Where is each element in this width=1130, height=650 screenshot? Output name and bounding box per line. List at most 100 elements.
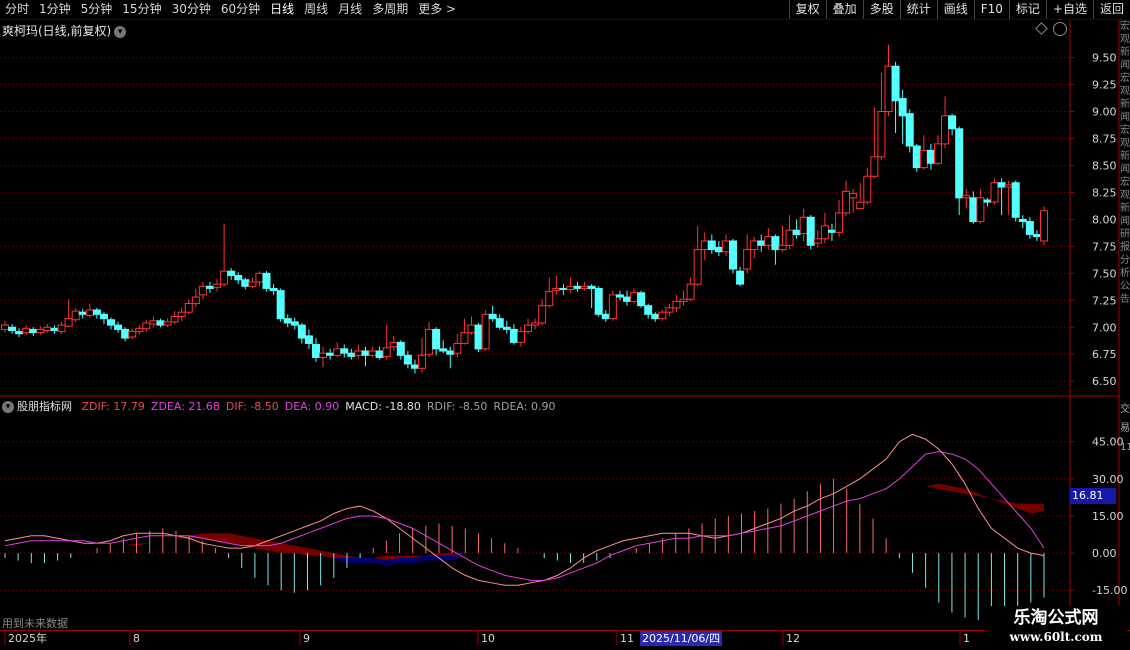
- candle-body-129: [912, 145, 921, 169]
- candle-body-43: [304, 335, 313, 344]
- candle-body-50: [354, 350, 363, 356]
- candle-body-125: [884, 65, 893, 113]
- candle-body-102: [721, 240, 730, 253]
- price-tick-label-4: 8.50: [1092, 159, 1117, 172]
- candle-body-98: [693, 249, 702, 285]
- indicator-value-1: ZDEA: 21.68: [150, 400, 220, 413]
- candle-body-113: [799, 216, 808, 234]
- candle-body-37: [262, 272, 271, 289]
- candle-body-133: [941, 115, 950, 145]
- candle-body-131: [926, 149, 935, 164]
- candle-body-82: [580, 285, 589, 289]
- candle-body-123: [870, 156, 879, 177]
- candle-body-135: [955, 128, 964, 199]
- trade-side-strip[interactable]: 交易1111: [1120, 400, 1130, 615]
- candle-body-6: [43, 326, 52, 332]
- indicator-name[interactable]: 股朋指标网: [17, 400, 72, 413]
- candle-body-95: [672, 300, 681, 309]
- candle-body-10: [71, 310, 80, 321]
- candle-body-24: [170, 315, 179, 323]
- candle-body-93: [658, 311, 667, 320]
- chart-canvas: 9.50 9.25 9.00 8.75 8.50 8.25 8.00 7.75 7.50 7.25…: [0, 20, 1127, 645]
- indicator-value-2: DIF: -8.50: [225, 400, 279, 413]
- candle-body-56: [396, 341, 405, 356]
- candle-body-1: [8, 326, 17, 332]
- candle-body-130: [919, 149, 928, 169]
- candle-body-85: [601, 313, 610, 320]
- series-line-zdif: [4, 433, 1045, 586]
- candle-body-13: [92, 309, 101, 315]
- candle-body-96: [679, 298, 688, 302]
- price-tick-label-3: 8.75: [1092, 132, 1117, 145]
- candle-body-17: [121, 328, 130, 339]
- candle-body-16: [114, 324, 123, 330]
- candle-body-7: [50, 327, 59, 332]
- candle-body-107: [757, 240, 766, 246]
- candle-body-5: [36, 328, 45, 334]
- news-side-strip[interactable]: 宏观新闻宏观新闻宏观新闻宏观新闻研报分析公告: [1120, 20, 1130, 400]
- candle-body-27: [191, 296, 200, 305]
- candle-body-141: [997, 182, 1006, 188]
- candle-body-11: [78, 311, 87, 315]
- price-tick-label-2: 9.00: [1092, 106, 1117, 119]
- watermark-line1: 乐淘公式网: [1013, 608, 1099, 628]
- candle-body-36: [255, 272, 264, 283]
- chevron-down-icon[interactable]: ▾: [114, 25, 127, 38]
- candle-body-61: [432, 328, 441, 350]
- ind-tick-label-0: 45.00: [1092, 436, 1124, 449]
- candle-body-108: [764, 236, 773, 246]
- watermark-logo: 乐淘公式网 www.60lt.com: [985, 606, 1127, 648]
- price-tick-label-1: 9.25: [1092, 79, 1117, 92]
- candle-body-122: [863, 175, 872, 203]
- candle-body-72: [509, 328, 518, 343]
- candle-body-66: [467, 324, 476, 334]
- indicator-value-0: ZDIF: 17.79: [81, 400, 145, 413]
- stock-title[interactable]: 爽柯玛(日线,前复权) ▾: [2, 22, 127, 39]
- candle-body-73: [516, 331, 525, 343]
- candle-body-126: [891, 65, 900, 102]
- candle-body-134: [948, 115, 957, 130]
- candle-body-84: [594, 287, 603, 315]
- candle-body-32: [227, 270, 236, 276]
- candle-body-137: [969, 197, 978, 223]
- price-tick-label-5: 8.25: [1092, 186, 1117, 199]
- candle-body-78: [552, 287, 561, 292]
- candle-body-48: [340, 348, 349, 354]
- candle-body-21: [149, 320, 158, 325]
- settings-icon[interactable]: [1053, 22, 1067, 36]
- candle-body-57: [403, 354, 412, 365]
- candle-body-74: [524, 324, 533, 333]
- candle-body-9: [64, 318, 73, 327]
- candle-body-118: [835, 212, 844, 233]
- date-cursor-badge: 2025/11/06/四: [640, 631, 723, 646]
- candle-body-94: [665, 307, 674, 313]
- candle-body-100: [707, 240, 716, 251]
- candle-body-20: [142, 322, 151, 329]
- candle-body-14: [99, 313, 108, 320]
- candle-body-33: [234, 274, 243, 281]
- candle-body-75: [531, 322, 540, 326]
- candle-body-40: [283, 318, 292, 324]
- candle-body-87: [615, 294, 624, 298]
- dif-dea-band: [5, 483, 1044, 561]
- candle-body-76: [538, 305, 547, 324]
- candle-body-105: [743, 249, 752, 270]
- candle-body-88: [622, 296, 631, 302]
- chevron-down-icon[interactable]: ▾: [2, 401, 14, 413]
- candle-body-81: [573, 285, 582, 289]
- candle-body-138: [976, 197, 985, 223]
- candle-body-119: [842, 190, 851, 214]
- candle-body-64: [453, 342, 462, 354]
- candle-body-144: [1018, 218, 1027, 223]
- candle-body-145: [1025, 221, 1034, 235]
- candle-body-39: [276, 290, 285, 320]
- stock-title-text: 爽柯玛(日线,前复权): [2, 24, 112, 38]
- candle-body-58: [410, 364, 419, 369]
- price-tick-label-9: 7.25: [1092, 294, 1117, 307]
- candle-body-80: [566, 285, 575, 291]
- candle-body-53: [375, 350, 384, 358]
- candle-body-46: [326, 352, 335, 356]
- candle-body-86: [608, 294, 617, 320]
- price-tick-label-0: 9.50: [1092, 52, 1117, 65]
- candle-body-132: [933, 143, 942, 164]
